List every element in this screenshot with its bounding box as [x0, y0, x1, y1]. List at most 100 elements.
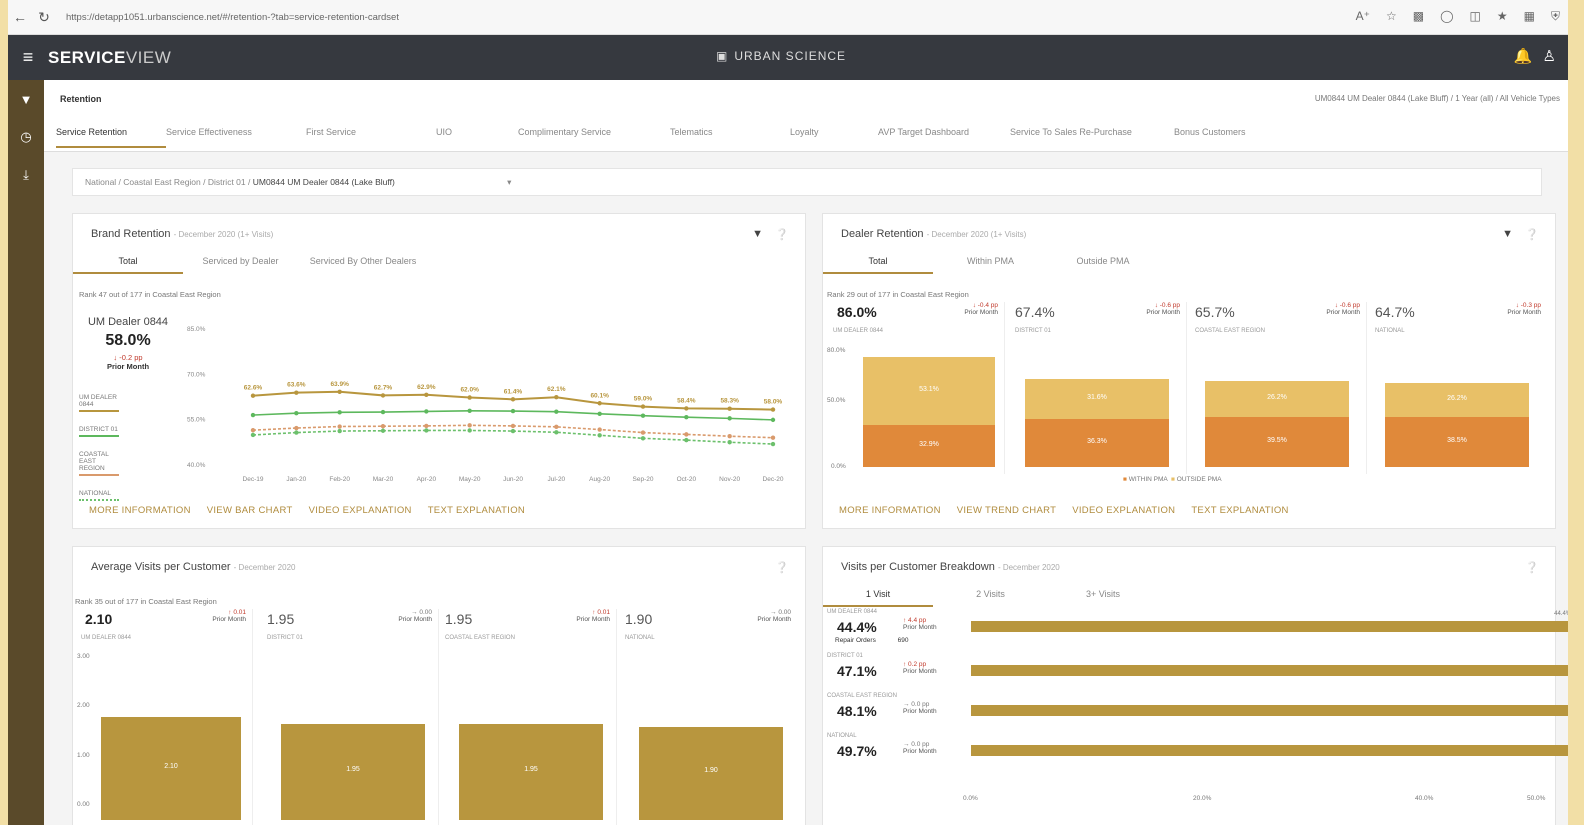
subtab-total[interactable]: Total: [73, 256, 183, 274]
shield-icon[interactable]: ⛨: [1551, 9, 1560, 24]
breakdown-subtabs: 1 Visit 2 Visits 3+ Visits: [823, 589, 1158, 607]
video-explanation-link[interactable]: VIDEO EXPLANATION: [309, 505, 412, 516]
column-value: 2.10: [85, 611, 113, 627]
subtab-3-plus-visits[interactable]: 3+ Visits: [1048, 589, 1158, 607]
hamburger-icon[interactable]: ≡: [8, 47, 48, 68]
legend-item[interactable]: UM DEALER 0844: [79, 394, 119, 412]
main-tabs: Service Retention Service Effectiveness …: [56, 124, 1274, 148]
legend-within-pma[interactable]: WITHIN PMA: [1129, 476, 1168, 483]
filter-icon[interactable]: ▼: [20, 92, 33, 107]
subtab-2-visits[interactable]: 2 Visits: [933, 589, 1048, 607]
view-trend-chart-link[interactable]: VIEW TREND CHART: [957, 505, 1056, 516]
filter-summary[interactable]: UM0844 UM Dealer 0844 (Lake Bluff) / 1 Y…: [1315, 94, 1560, 103]
rank-text: Rank 29 out of 177 in Coastal East Regio…: [827, 290, 969, 299]
tab-complimentary-service[interactable]: Complimentary Service: [518, 124, 670, 148]
breakdown-bar[interactable]: [971, 665, 1568, 676]
data-point: [554, 395, 559, 400]
data-label: 59.0%: [634, 396, 653, 403]
card-title: Brand Retention - December 2020 (1+ Visi…: [91, 228, 274, 240]
video-explanation-link[interactable]: VIDEO EXPLANATION: [1072, 505, 1175, 516]
address-bar[interactable]: https://detapp1051.urbanscience.net/#/re…: [66, 12, 399, 23]
subtab-outside-pma[interactable]: Outside PMA: [1048, 256, 1158, 274]
data-point: [337, 424, 342, 429]
tab-first-service[interactable]: First Service: [306, 124, 436, 148]
subtab-1-visit[interactable]: 1 Visit: [823, 589, 933, 607]
subtab-total[interactable]: Total: [823, 256, 933, 274]
app-logo: SERVICEVIEW: [48, 47, 172, 67]
tab-uio[interactable]: UIO: [436, 124, 518, 148]
visits-bar[interactable]: 1.95: [459, 724, 603, 820]
bell-icon[interactable]: 🔔: [1514, 47, 1533, 65]
data-point: [294, 430, 299, 435]
subtab-serviced-by-dealer[interactable]: Serviced by Dealer: [183, 256, 298, 274]
more-information-link[interactable]: MORE INFORMATION: [839, 505, 941, 516]
help-icon[interactable]: ❔: [775, 228, 789, 241]
subtab-within-pma[interactable]: Within PMA: [933, 256, 1048, 274]
tab-avp-target-dashboard[interactable]: AVP Target Dashboard: [878, 124, 1010, 148]
view-bar-chart-link[interactable]: VIEW BAR CHART: [207, 505, 293, 516]
filter-icon[interactable]: ▼: [1502, 228, 1513, 240]
split-screen-icon[interactable]: ◫: [1470, 9, 1481, 24]
help-icon[interactable]: ❔: [775, 561, 789, 574]
tab-bonus-customers[interactable]: Bonus Customers: [1174, 124, 1274, 148]
visits-bar[interactable]: 1.90: [639, 726, 783, 820]
data-point: [510, 408, 516, 414]
breakdown-bar[interactable]: [971, 621, 1568, 632]
visits-bar[interactable]: 2.10: [101, 717, 241, 820]
breadcrumb-path[interactable]: National / Coastal East Region / Distric…: [85, 177, 250, 187]
outside-pma-bar[interactable]: 26.2%: [1205, 381, 1349, 417]
outside-pma-bar[interactable]: 26.2%: [1385, 383, 1529, 417]
data-point: [727, 440, 732, 445]
legend-item[interactable]: NATIONAL: [79, 490, 119, 501]
outside-pma-bar[interactable]: 31.6%: [1025, 379, 1169, 419]
tab-telematics[interactable]: Telematics: [670, 124, 790, 148]
chevron-down-icon[interactable]: ▾: [507, 177, 511, 187]
tab-service-effectiveness[interactable]: Service Effectiveness: [166, 124, 306, 148]
outside-pma-bar[interactable]: 53.1%: [863, 357, 995, 425]
within-pma-bar[interactable]: 39.5%: [1205, 417, 1349, 467]
read-aloud-icon[interactable]: A⁺: [1356, 9, 1370, 24]
more-information-link[interactable]: MORE INFORMATION: [89, 505, 191, 516]
breakdown-bar[interactable]: [971, 745, 1568, 756]
help-icon[interactable]: ❔: [1525, 561, 1539, 574]
column-label: UM DEALER 0844: [81, 635, 132, 641]
collections-icon[interactable]: ▦: [1524, 9, 1535, 24]
favorites-list-icon[interactable]: ★: [1497, 9, 1508, 24]
legend-outside-pma[interactable]: OUTSIDE PMA: [1177, 476, 1222, 483]
tab-service-retention[interactable]: Service Retention: [56, 124, 166, 148]
help-icon[interactable]: ❔: [1525, 228, 1539, 241]
favorite-icon[interactable]: ☆: [1386, 9, 1397, 24]
legend-item[interactable]: DISTRICT 01: [79, 426, 119, 437]
screen: ← ↻ https://detapp1051.urbanscience.net/…: [8, 0, 1568, 825]
subtab-serviced-by-other[interactable]: Serviced By Other Dealers: [298, 256, 428, 274]
data-point: [640, 413, 646, 418]
text-explanation-link[interactable]: TEXT EXPLANATION: [428, 505, 525, 516]
visits-bar[interactable]: 1.95: [281, 724, 425, 820]
within-pma-bar[interactable]: 38.5%: [1385, 417, 1529, 467]
within-pma-bar[interactable]: 32.9%: [863, 425, 995, 467]
data-point: [684, 437, 689, 443]
repair-orders: Repair Orders 690: [835, 637, 909, 644]
user-icon[interactable]: ♙: [1543, 47, 1556, 65]
dealer-select[interactable]: UM0844 UM Dealer 0844 (Lake Bluff): [253, 177, 395, 187]
data-label: 62.0%: [460, 387, 479, 394]
data-label: 63.6%: [287, 382, 306, 389]
browser-tools: A⁺ ☆ ▩ ◯ ◫ ★ ▦ ⛨: [1356, 9, 1560, 24]
download-icon[interactable]: ⤓: [23, 167, 29, 183]
refresh-icon[interactable]: ↻: [32, 9, 56, 26]
within-pma-bar[interactable]: 36.3%: [1025, 419, 1169, 467]
bar-label: 1.95: [524, 766, 538, 774]
tab-loyalty[interactable]: Loyalty: [790, 124, 878, 148]
legend-item[interactable]: COASTAL EAST REGION: [79, 451, 119, 476]
text-explanation-link[interactable]: TEXT EXPLANATION: [1191, 505, 1288, 516]
extension-icon[interactable]: ▩: [1413, 9, 1424, 24]
breakdown-bar[interactable]: [971, 705, 1568, 716]
tab-service-to-sales[interactable]: Service To Sales Re-Purchase: [1010, 124, 1174, 148]
x-tick-label: Jul-20: [547, 476, 565, 483]
settings-icon[interactable]: ◯: [1440, 9, 1453, 24]
filter-icon[interactable]: ▼: [752, 228, 763, 240]
bar-label: 26.2%: [1447, 395, 1467, 402]
clock-icon[interactable]: ◷: [20, 129, 31, 145]
data-point: [467, 423, 472, 428]
back-icon[interactable]: ←: [8, 9, 32, 25]
